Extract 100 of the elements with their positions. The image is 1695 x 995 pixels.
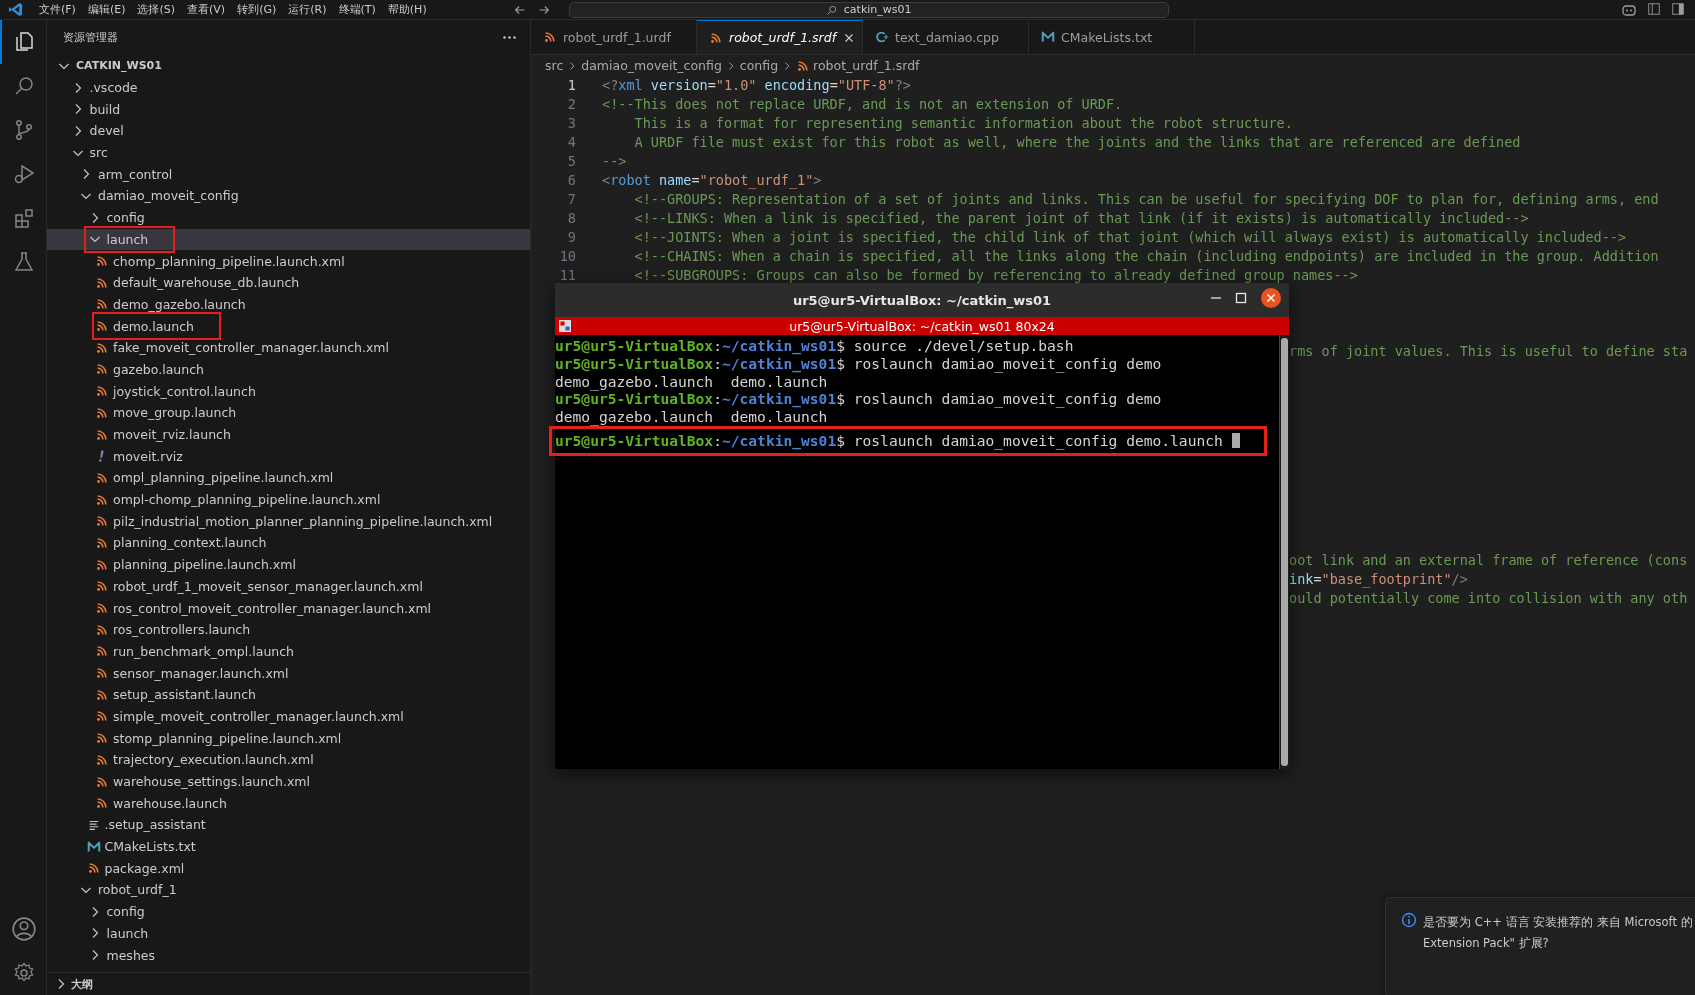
outline-section[interactable]: 大纲 bbox=[47, 972, 530, 995]
tree-item[interactable]: moveit_rviz.launch bbox=[47, 423, 530, 446]
tree-item[interactable]: planning_pipeline.launch.xml bbox=[47, 553, 530, 576]
breadcrumb-item[interactable]: robot_urdf_1.srdf bbox=[813, 58, 920, 73]
tree-item[interactable]: src bbox=[47, 141, 530, 164]
tree-item[interactable]: gazebo.launch bbox=[47, 358, 530, 381]
code-line: This is a format for representing semantic information about the robot structure. bbox=[633, 114, 1293, 133]
menu-item[interactable]: 转到(G) bbox=[231, 2, 283, 17]
code-line: <!--LINKS: When a link is specified, the parent joint of that link (if it exists) is automatically included--> bbox=[633, 209, 1529, 228]
tree-item[interactable]: launch bbox=[47, 922, 530, 945]
tree-item[interactable]: CATKIN_WS01 bbox=[47, 55, 530, 77]
close-icon bbox=[1261, 288, 1281, 308]
rss-icon bbox=[95, 405, 109, 420]
tree-item[interactable]: robot_urdf_1_moveit_sensor_manager.launch.xml bbox=[47, 575, 530, 598]
tree-item[interactable]: CMakeLists.txt bbox=[47, 835, 530, 858]
line-number: 9 bbox=[566, 228, 576, 247]
editor-tab[interactable]: CMakeLists.txt bbox=[1029, 20, 1195, 54]
tree-item[interactable]: config bbox=[47, 900, 530, 923]
tree-item[interactable]: warehouse_settings.launch.xml bbox=[47, 770, 530, 793]
rss-icon bbox=[95, 709, 109, 724]
line-number: 8 bbox=[566, 209, 576, 228]
tree-item[interactable]: ros_controllers.launch bbox=[47, 618, 530, 641]
rss-icon bbox=[95, 384, 109, 399]
tree-item[interactable]: moveit.rviz bbox=[47, 445, 530, 468]
rss-icon bbox=[95, 319, 109, 334]
tree-item[interactable]: robot_urdf_1 bbox=[47, 879, 530, 901]
menu-item[interactable]: 文件(F) bbox=[33, 2, 82, 17]
rss-icon bbox=[95, 601, 109, 616]
rss-icon bbox=[95, 557, 109, 572]
line-number: 11 bbox=[558, 266, 576, 285]
tree-item[interactable]: package.xml bbox=[47, 857, 530, 880]
command-center[interactable]: catkin_ws01 bbox=[568, 1, 1169, 18]
file-type-icon bbox=[1041, 30, 1055, 44]
menu-item[interactable]: 运行(R) bbox=[282, 2, 333, 17]
tree-item[interactable]: default_warehouse_db.launch bbox=[47, 271, 530, 294]
menu-item[interactable]: 查看(V) bbox=[181, 2, 232, 17]
tree-item[interactable]: fake_moveit_controller_manager.launch.xml bbox=[47, 336, 530, 359]
editor-tab[interactable]: text_damiao.cpp bbox=[863, 20, 1029, 54]
tree-item[interactable]: sensor_manager.launch.xml bbox=[47, 662, 530, 684]
terminal-line: ur5@ur5-VirtualBox:~/catkin_ws01$ roslaunch damiao_moveit_config demo.launch bbox=[555, 432, 1223, 450]
tree-item[interactable]: move_group.launch bbox=[47, 402, 530, 424]
tree-item[interactable]: arm_control bbox=[47, 163, 530, 186]
tree-item[interactable]: ompl-chomp_planning_pipeline.launch.xml bbox=[47, 488, 530, 511]
rss-icon bbox=[95, 254, 109, 269]
tree-item[interactable]: devel bbox=[47, 120, 530, 142]
menu-item[interactable]: 帮助(H) bbox=[381, 2, 433, 17]
tree-item[interactable]: simple_moveit_controller_manager.launch.xml bbox=[47, 705, 530, 728]
terminal-line: ur5@ur5-VirtualBox:~/catkin_ws01$ roslaunch damiao_moveit_config demo bbox=[555, 354, 1162, 373]
tree-item[interactable]: joystick_control.launch bbox=[47, 380, 530, 402]
tree-item[interactable]: damiao_moveit_config bbox=[47, 185, 530, 207]
line-number: 1 bbox=[566, 76, 576, 95]
tree-item[interactable]: meshes bbox=[47, 944, 530, 966]
code-line: <!--GROUPS: Representation of a set of joints and links. This can be useful for specifying DOF to plan for, defining arms, end bbox=[633, 190, 1659, 209]
rss-icon bbox=[796, 58, 811, 73]
tree-item[interactable]: setup_assistant.launch bbox=[47, 683, 530, 706]
terminal-menu-icon bbox=[559, 320, 571, 332]
breadcrumb-item[interactable]: src bbox=[545, 58, 564, 73]
rss-icon bbox=[95, 796, 109, 811]
scrollbar[interactable] bbox=[1279, 335, 1289, 769]
tree-item[interactable]: ros_control_moveit_controller_manager.launch.xml bbox=[47, 597, 530, 619]
tree-item[interactable]: .setup_assistant bbox=[47, 814, 530, 836]
rss-icon bbox=[709, 30, 723, 45]
breadcrumb-item[interactable]: config bbox=[739, 58, 779, 73]
rss-icon bbox=[543, 30, 557, 44]
tree-item[interactable]: run_benchmark_ompl.launch bbox=[47, 640, 530, 663]
rss-icon bbox=[95, 470, 109, 485]
tree-item[interactable]: planning_context.launch bbox=[47, 532, 530, 554]
file-type-icon bbox=[875, 30, 889, 44]
maximize-icon bbox=[1233, 290, 1249, 306]
terminal-line: ur5@ur5-VirtualBox:~/catkin_ws01$ roslaunch damiao_moveit_config demo bbox=[555, 390, 1162, 409]
tree-item[interactable]: demo.launch bbox=[47, 315, 530, 337]
tree-item[interactable]: trajectory_execution.launch.xml bbox=[47, 749, 530, 771]
rss-icon bbox=[95, 644, 109, 659]
code-line: ink="base_footprint"/> bbox=[1289, 570, 1469, 589]
rss-icon bbox=[95, 579, 109, 594]
rss-icon bbox=[95, 514, 109, 529]
tree-item[interactable]: ompl_planning_pipeline.launch.xml bbox=[47, 467, 530, 489]
breadcrumb-item[interactable]: damiao_moveit_config bbox=[581, 58, 722, 73]
tree-item[interactable]: .vscode bbox=[47, 76, 530, 99]
editor-tab[interactable]: robot_urdf_1.srdf bbox=[697, 20, 863, 54]
window-title: ur5@ur5-VirtualBox: ~/catkin_ws01 bbox=[792, 292, 1052, 308]
tree-item[interactable]: chomp_planning_pipeline.launch.xml bbox=[47, 250, 530, 272]
code-line: A URDF file must exist for this robot as well, where the joints and the links that are referenced are defined bbox=[633, 133, 1521, 152]
tree-item[interactable]: build bbox=[47, 98, 530, 121]
rss-icon bbox=[95, 666, 109, 681]
code-line: <!--JOINTS: When a joint is specified, the child link of that joint (which will always exist) is automatically included--> bbox=[633, 228, 1627, 247]
tree-item[interactable]: warehouse.launch bbox=[47, 792, 530, 815]
menu-item[interactable]: 编辑(E) bbox=[81, 2, 132, 17]
rss-icon bbox=[95, 340, 109, 355]
menu-item[interactable]: 终端(T) bbox=[332, 2, 382, 17]
tree-item[interactable]: demo_gazebo.launch bbox=[47, 293, 530, 316]
tree-item[interactable]: launch bbox=[47, 228, 530, 251]
tree-item[interactable]: stomp_planning_pipeline.launch.xml bbox=[47, 727, 530, 749]
tree-item[interactable]: pilz_industrial_motion_planner_planning_pipeline.launch.xml bbox=[47, 510, 530, 533]
rss-icon bbox=[95, 362, 109, 377]
code-line: rms of joint values. This is useful to define sta bbox=[1289, 342, 1689, 361]
tree-item[interactable]: config bbox=[47, 206, 530, 229]
code-line: <!--CHAINS: When a chain is specified, all the links along the chain (including endpoints) are included in the group. Addition bbox=[633, 247, 1659, 266]
layout-icon bbox=[1647, 1, 1661, 16]
menu-item[interactable]: 选择(S) bbox=[131, 2, 182, 17]
